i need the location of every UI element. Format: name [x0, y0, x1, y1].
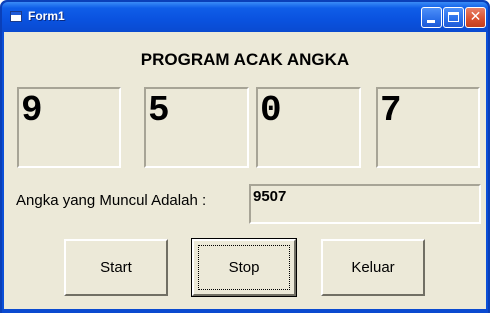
minimize-icon: [427, 20, 435, 23]
digit-box-2: 5: [144, 87, 249, 168]
form-client-area: PROGRAM ACAK ANGKA 9 5 0 7 Angka yang Mu…: [4, 32, 486, 309]
result-field: 9507: [249, 184, 481, 224]
minimize-button[interactable]: [421, 7, 442, 28]
maximize-button[interactable]: [443, 7, 464, 28]
exit-button[interactable]: Keluar: [321, 239, 425, 296]
digit-value-1: 9: [21, 90, 43, 131]
program-heading: PROGRAM ACAK ANGKA: [140, 50, 350, 69]
result-label: Angka yang Muncul Adalah :: [16, 192, 207, 209]
digit-value-2: 5: [148, 90, 170, 131]
close-button[interactable]: ✕: [465, 7, 486, 28]
form-icon[interactable]: [10, 11, 22, 22]
digit-value-4: 7: [380, 90, 402, 131]
form1-window: Form1 ✕ PROGRAM ACAK ANGKA 9 5 0 7 Angka…: [0, 0, 490, 313]
digit-box-3: 0: [256, 87, 361, 168]
stop-button[interactable]: Stop: [191, 238, 297, 297]
window-frame-bottom: [2, 309, 488, 313]
digit-box-1: 9: [17, 87, 121, 168]
digit-box-4: 7: [376, 87, 480, 168]
window-title: Form1: [28, 9, 65, 23]
start-button[interactable]: Start: [64, 239, 168, 296]
maximize-icon: [448, 12, 459, 22]
close-icon: ✕: [469, 9, 482, 25]
title-bar[interactable]: Form1 ✕: [2, 2, 488, 32]
digit-value-3: 0: [260, 90, 282, 131]
